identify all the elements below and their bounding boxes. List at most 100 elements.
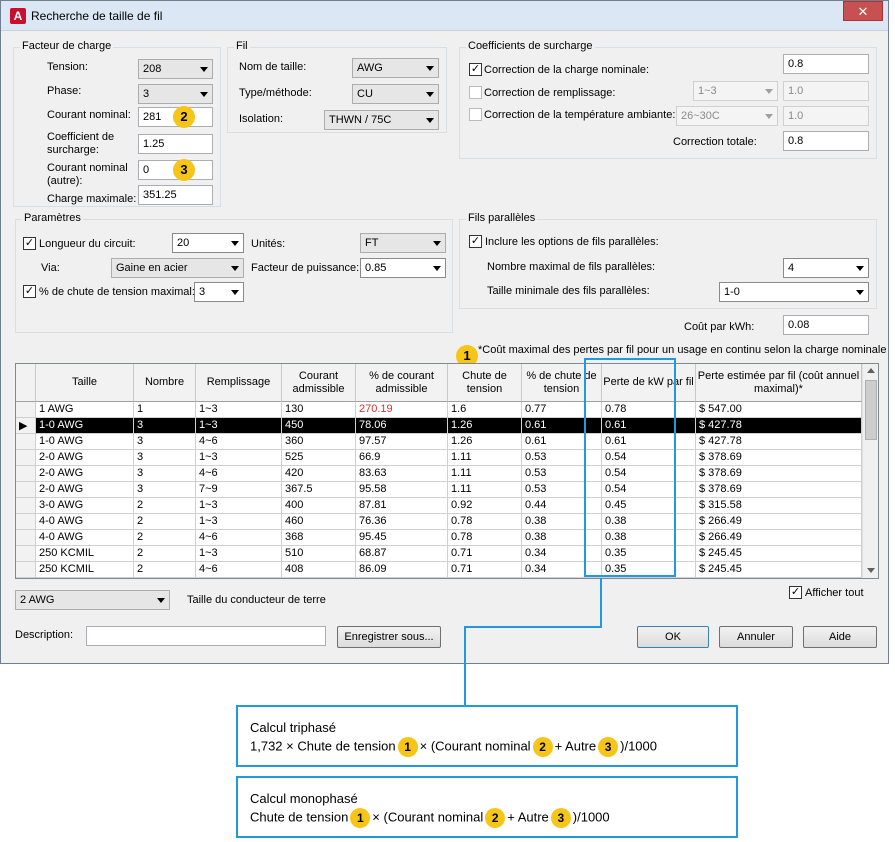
power-factor-select[interactable]: 0.85 — [360, 258, 446, 278]
row-header[interactable] — [16, 466, 36, 482]
parallel-max-select[interactable]: 4 — [783, 258, 869, 278]
ground-conductor-select[interactable]: 2 AWG — [15, 590, 170, 610]
show-all-checkbox[interactable]: ✓ — [789, 586, 802, 599]
temperature-correction-checkbox[interactable] — [469, 108, 482, 121]
size-name-value: AWG — [357, 62, 383, 74]
table-cell: 76.36 — [356, 514, 448, 530]
show-all-label: Afficher tout — [805, 587, 864, 599]
table-row[interactable]: 2-0 AWG 3 4~6 420 83.63 1.11 0.53 0.54 $ 378.69 — [16, 466, 862, 482]
power-factor-label: Facteur de puissance: — [251, 262, 360, 274]
table-row[interactable]: ▶ 1-0 AWG 3 1~3 450 78.06 1.26 0.61 0.61 $ 427.78 — [16, 418, 862, 434]
cost-per-kwh-input[interactable]: 0.08 — [783, 315, 869, 335]
parallel-max-label: Nombre maximal de fils parallèles: — [487, 261, 656, 273]
table-cell: 1~3 — [196, 402, 282, 418]
circuit-length-select[interactable]: 20 — [172, 233, 244, 253]
close-button[interactable]: ✕ — [843, 1, 883, 21]
table-cell: 0.78 — [448, 530, 522, 546]
parallel-min-size-select[interactable]: 1-0 — [719, 282, 869, 302]
temperature-correction-input[interactable]: 1.0 — [783, 106, 869, 126]
table-row[interactable]: 1 AWG 1 1~3 130 270.19 1.6 0.77 0.78 $ 547.00 — [16, 402, 862, 418]
nominal-correction-checkbox[interactable]: ✓ — [469, 63, 482, 76]
chevron-down-icon — [231, 266, 239, 271]
row-header[interactable] — [16, 514, 36, 530]
phase-select[interactable]: 3 — [138, 84, 213, 104]
row-header[interactable]: ▶ — [16, 418, 36, 434]
fill-correction-combo-value: 1~3 — [698, 85, 717, 97]
nominal-correction-label: Correction de la charge nominale: — [484, 64, 650, 76]
row-header[interactable] — [16, 402, 36, 418]
help-button[interactable]: Aide — [803, 626, 877, 648]
table-cell: 367.5 — [282, 482, 356, 498]
scroll-thumb[interactable] — [865, 380, 877, 440]
parallel-min-size-value: 1-0 — [724, 286, 740, 298]
table-row[interactable]: 4-0 AWG 2 4~6 368 95.45 0.78 0.38 0.38 $ 266.49 — [16, 530, 862, 546]
connector-line — [600, 578, 602, 628]
column-header[interactable]: Remplissage — [196, 364, 282, 402]
cancel-button[interactable]: Annuler — [719, 626, 793, 648]
row-header[interactable] — [16, 562, 36, 578]
vertical-scrollbar[interactable] — [862, 364, 878, 578]
table-cell: 1~3 — [196, 450, 282, 466]
fill-correction-checkbox[interactable] — [469, 86, 482, 99]
chevron-down-icon — [426, 92, 434, 97]
chevron-down-icon — [200, 67, 208, 72]
table-row[interactable]: 4-0 AWG 2 1~3 460 76.36 0.78 0.38 0.38 $ 266.49 — [16, 514, 862, 530]
table-cell: 7~9 — [196, 482, 282, 498]
row-header[interactable] — [16, 482, 36, 498]
ground-conductor-label: Taille du conducteur de terre — [187, 594, 326, 606]
table-cell: 3 — [134, 434, 196, 450]
table-row[interactable]: 3-0 AWG 2 1~3 400 87.81 0.92 0.44 0.45 $ 315.58 — [16, 498, 862, 514]
temperature-correction-select[interactable]: 26~30C — [676, 106, 778, 126]
column-header[interactable]: Perte estimée par fil (coût annuel maxim… — [696, 364, 862, 402]
parallel-min-size-label: Taille minimale des fils parallèles: — [487, 285, 650, 297]
results-table[interactable]: Taille Nombre Remplissage Courant admissibl… — [15, 363, 879, 579]
table-row[interactable]: 250 KCMIL 2 1~3 510 68.87 0.71 0.34 0.35 $ 245.4… — [16, 546, 862, 562]
row-header[interactable] — [16, 546, 36, 562]
scroll-down-arrow-icon[interactable] — [867, 568, 875, 573]
size-name-label: Nom de taille: — [239, 61, 307, 73]
size-name-select[interactable]: AWG — [352, 58, 439, 78]
table-row[interactable]: 1-0 AWG 3 4~6 360 97.57 1.26 0.61 0.61 $ 427.78 — [16, 434, 862, 450]
column-header[interactable]: Chute de tension — [448, 364, 522, 402]
overload-coef-input[interactable]: 1.25 — [138, 134, 213, 154]
temperature-correction-combo-value: 26~30C — [681, 110, 720, 122]
scroll-up-arrow-icon[interactable] — [867, 368, 875, 373]
table-cell: 525 — [282, 450, 356, 466]
autocad-logo-icon: A — [10, 8, 26, 24]
ok-button[interactable]: OK — [637, 626, 709, 648]
parallel-include-checkbox[interactable]: ✓ — [469, 235, 482, 248]
column-header[interactable]: Nombre — [134, 364, 196, 402]
row-header[interactable] — [16, 498, 36, 514]
column-header[interactable]: Courant admissible — [282, 364, 356, 402]
units-select[interactable]: FT — [360, 233, 446, 253]
table-cell: 460 — [282, 514, 356, 530]
description-input[interactable] — [86, 626, 326, 646]
table-cell: 0.78 — [448, 514, 522, 530]
max-voltage-drop-checkbox[interactable]: ✓ — [23, 285, 36, 298]
column-header[interactable]: % de courant admissible — [356, 364, 448, 402]
type-select[interactable]: CU — [352, 84, 439, 104]
table-row[interactable]: 2-0 AWG 3 1~3 525 66.9 1.11 0.53 0.54 $ 378.69 — [16, 450, 862, 466]
row-header[interactable] — [16, 530, 36, 546]
table-cell: 0.71 — [448, 546, 522, 562]
voltage-select[interactable]: 208 — [138, 59, 213, 79]
circuit-length-checkbox[interactable]: ✓ — [23, 237, 36, 250]
max-voltage-drop-select[interactable]: 3 — [194, 282, 244, 302]
via-select[interactable]: Gaine en acier — [111, 258, 244, 278]
table-cell: 3 — [134, 450, 196, 466]
insulation-value: THWN / 75C — [329, 114, 392, 126]
table-row[interactable]: 2-0 AWG 3 7~9 367.5 95.58 1.11 0.53 0.54 $ 378.6… — [16, 482, 862, 498]
column-header[interactable]: Taille — [36, 364, 134, 402]
nominal-correction-input[interactable]: 0.8 — [783, 54, 869, 74]
insulation-select[interactable]: THWN / 75C — [324, 110, 439, 130]
row-header[interactable] — [16, 434, 36, 450]
table-cell: 4~6 — [196, 434, 282, 450]
row-header[interactable] — [16, 450, 36, 466]
save-as-button[interactable]: Enregistrer sous... — [337, 626, 441, 648]
chevron-down-icon — [856, 266, 864, 271]
fill-correction-input[interactable]: 1.0 — [783, 81, 869, 101]
fill-correction-select[interactable]: 1~3 — [693, 81, 778, 101]
formula-mid1: × (Courant nominal — [419, 738, 531, 754]
table-cell: 3 — [134, 482, 196, 498]
table-row[interactable]: 250 KCMIL 2 4~6 408 86.09 0.71 0.34 0.35 $ 245.4… — [16, 562, 862, 578]
